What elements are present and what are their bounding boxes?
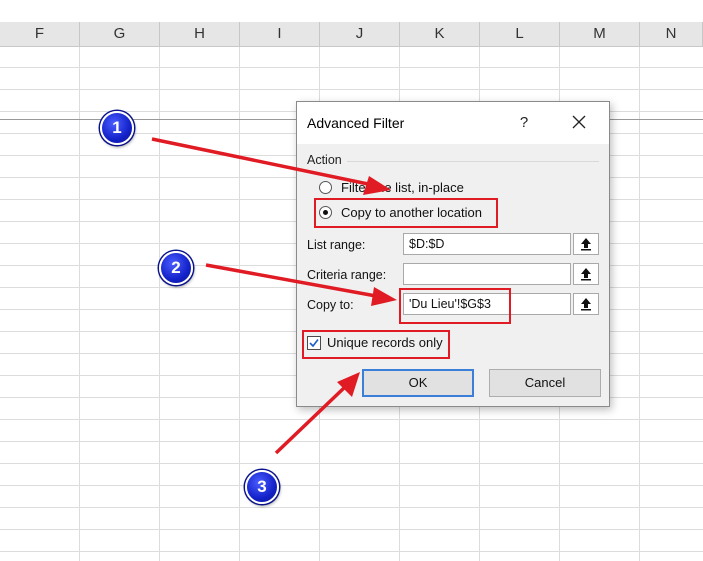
highlight-unique-records (302, 330, 450, 359)
collapse-dialog-icon (581, 298, 591, 311)
column-header-g[interactable]: G (80, 22, 160, 46)
column-header-m[interactable]: M (560, 22, 640, 46)
collapse-dialog-icon (581, 238, 591, 251)
list-range-label: List range: (307, 238, 366, 252)
criteria-range-collapse-button[interactable] (573, 263, 599, 285)
column-header-l[interactable]: L (480, 22, 560, 46)
list-range-input[interactable]: $D:$D (403, 233, 571, 255)
column-header-f[interactable]: F (0, 22, 80, 46)
cancel-button[interactable]: Cancel (489, 369, 601, 397)
radio-button[interactable] (319, 181, 332, 194)
column-header-bar: F G H I J K L M N (0, 22, 703, 47)
column-header-i[interactable]: I (240, 22, 320, 46)
column-header-k[interactable]: K (400, 22, 480, 46)
radio-filter-label: Filter the list, in-place (341, 180, 464, 195)
column-header-n[interactable]: N (640, 22, 703, 46)
criteria-range-label: Criteria range: (307, 268, 387, 282)
help-button[interactable]: ? (512, 112, 536, 134)
action-section-divider (347, 161, 599, 162)
ok-button[interactable]: OK (362, 369, 474, 397)
collapse-dialog-icon (581, 268, 591, 281)
dialog-title: Advanced Filter (307, 115, 405, 131)
action-section-label: Action (307, 153, 342, 167)
advanced-filter-dialog: Advanced Filter ? Action Filter the list… (296, 101, 610, 407)
step-badge-3: 3 (245, 470, 279, 504)
highlight-copy-to-field (399, 288, 511, 324)
close-icon (572, 115, 586, 129)
copy-to-label: Copy to: (307, 298, 354, 312)
close-button[interactable] (567, 110, 591, 134)
step-badge-1: 1 (100, 111, 134, 145)
highlight-copy-location-option (314, 198, 498, 228)
column-header-j[interactable]: J (320, 22, 400, 46)
criteria-range-input[interactable] (403, 263, 571, 285)
column-header-h[interactable]: H (160, 22, 240, 46)
step-badge-2: 2 (159, 251, 193, 285)
list-range-collapse-button[interactable] (573, 233, 599, 255)
copy-to-collapse-button[interactable] (573, 293, 599, 315)
dialog-title-bar[interactable]: Advanced Filter ? (297, 102, 609, 144)
